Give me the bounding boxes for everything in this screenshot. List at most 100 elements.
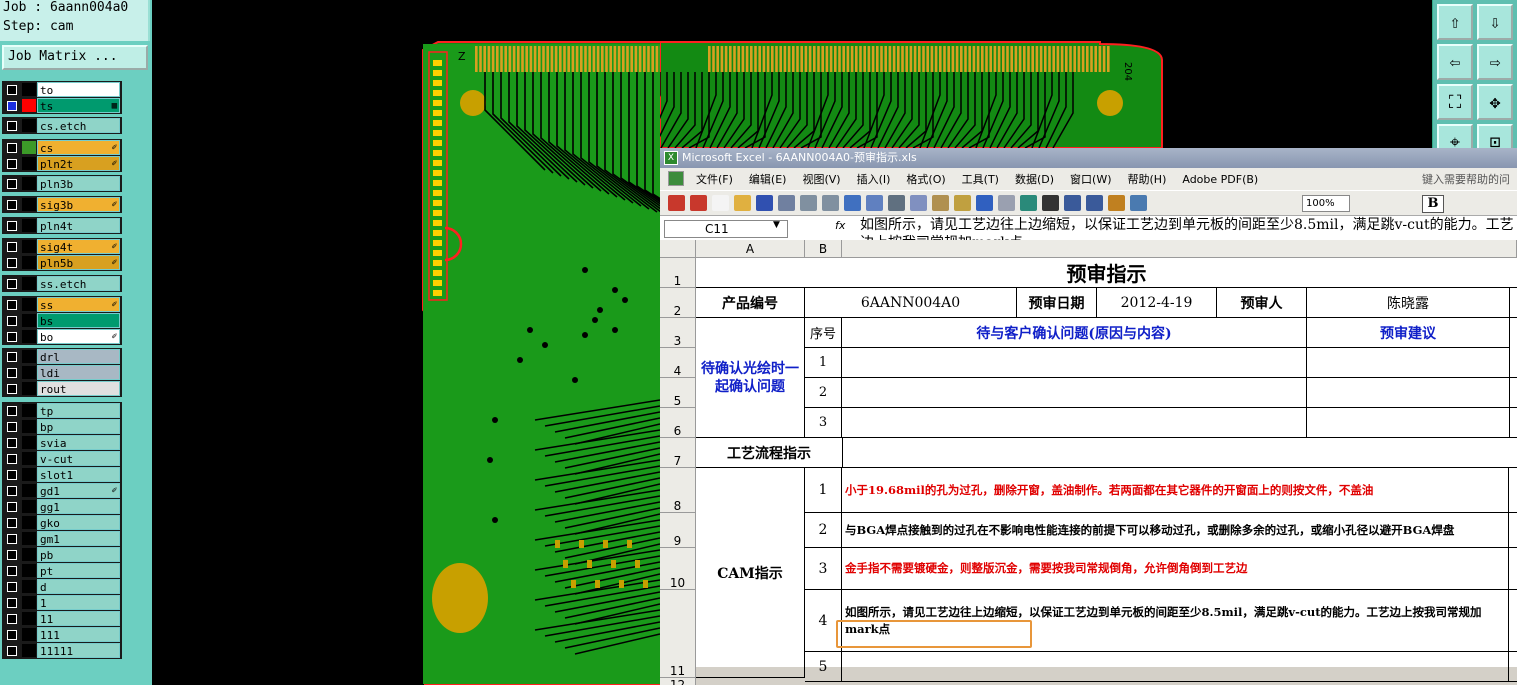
confirm-row-number[interactable]: 1: [805, 348, 842, 378]
layer-name[interactable]: gg1: [37, 499, 120, 514]
sheet-title[interactable]: 预审指示: [696, 258, 1517, 288]
layer-checkbox[interactable]: [7, 200, 17, 210]
layer-checkbox[interactable]: [7, 406, 17, 416]
layer-checkbox[interactable]: [7, 470, 17, 480]
menu-view[interactable]: 视图(V): [802, 171, 840, 187]
layer-color-swatch[interactable]: [22, 83, 36, 96]
paste-icon[interactable]: [932, 195, 949, 211]
confirm-row-issue[interactable]: [842, 408, 1307, 438]
layer-name[interactable]: tp: [37, 403, 120, 418]
sort-asc-icon[interactable]: [1064, 195, 1081, 211]
layer-checkbox[interactable]: [7, 121, 17, 131]
confirm-section-label[interactable]: 待确认光绘时一起确认问题: [696, 318, 805, 438]
layer-name[interactable]: ts ▦: [37, 98, 120, 113]
layer-row-sig4t[interactable]: sig4t ✐: [2, 239, 122, 254]
layer-color-swatch[interactable]: [22, 366, 36, 379]
menu-file[interactable]: 文件(F): [696, 171, 733, 187]
confirm-row-edge[interactable]: [1510, 378, 1517, 408]
layer-row-gm1[interactable]: gm1: [2, 531, 122, 546]
cam-item-number[interactable]: 2: [805, 513, 842, 548]
redo-icon[interactable]: [998, 195, 1015, 211]
layer-checkbox[interactable]: [7, 300, 17, 310]
confirm-row-suggest[interactable]: [1307, 378, 1510, 408]
confirm-row-suggest[interactable]: [1307, 348, 1510, 378]
layer-row-pln4t[interactable]: pln4t: [2, 218, 122, 233]
confirm-row-suggest[interactable]: [1307, 408, 1510, 438]
layer-color-swatch[interactable]: [22, 350, 36, 363]
layer-row-ts[interactable]: ts ▦: [2, 98, 122, 113]
column-header-a[interactable]: A: [696, 240, 805, 258]
cam-item-text[interactable]: [842, 652, 1509, 682]
row-header[interactable]: 7: [660, 438, 696, 468]
name-box[interactable]: C11: [664, 220, 788, 238]
bold-button[interactable]: B: [1422, 195, 1444, 213]
layer-row-v-cut[interactable]: v-cut: [2, 451, 122, 466]
layer-row-ss.etch[interactable]: ss.etch: [2, 276, 122, 291]
new-icon[interactable]: [712, 195, 729, 211]
layer-color-swatch[interactable]: [22, 219, 36, 232]
fx-icon[interactable]: fx: [835, 219, 845, 232]
layer-checkbox[interactable]: [7, 85, 17, 95]
save-icon[interactable]: [756, 195, 773, 211]
layer-row-sig3b[interactable]: sig3b ✐: [2, 197, 122, 212]
layer-name[interactable]: pt: [37, 563, 120, 578]
layer-row-gko[interactable]: gko: [2, 515, 122, 530]
layer-checkbox[interactable]: [7, 221, 17, 231]
sheet-grid[interactable]: A B 1 2 3 4 5 6 7 8 9 10 11 12 预审指示 产品编号 6AANN004A0…: [660, 240, 1517, 685]
zoom-fit-icon[interactable]: ⛶: [1437, 84, 1473, 120]
layer-row-111[interactable]: 111: [2, 627, 122, 642]
zoom-home-icon[interactable]: ✥: [1477, 84, 1513, 120]
menu-insert[interactable]: 插入(I): [857, 171, 891, 187]
cam-item-number[interactable]: 5: [805, 652, 842, 682]
seq-header[interactable]: 序号: [805, 318, 842, 348]
layer-name[interactable]: pln3b: [37, 176, 120, 191]
layer-checkbox[interactable]: [7, 550, 17, 560]
layer-row-cs[interactable]: cs ✐: [2, 140, 122, 155]
undo-icon[interactable]: [976, 195, 993, 211]
layer-checkbox[interactable]: [7, 630, 17, 640]
product-value[interactable]: 6AANN004A0: [805, 288, 1017, 318]
layer-color-swatch[interactable]: [22, 436, 36, 449]
row-header[interactable]: 1: [660, 258, 696, 288]
layer-color-swatch[interactable]: [22, 141, 36, 154]
confirm-row-edge[interactable]: [1510, 408, 1517, 438]
layer-color-swatch[interactable]: [22, 644, 36, 657]
menu-edit[interactable]: 编辑(E): [749, 171, 787, 187]
print-preview-icon[interactable]: [822, 195, 839, 211]
confirm-row-issue[interactable]: [842, 378, 1307, 408]
doc-icon[interactable]: [668, 171, 684, 186]
layer-row-rout[interactable]: rout: [2, 381, 122, 396]
layer-color-swatch[interactable]: [22, 119, 36, 132]
layer-color-swatch[interactable]: [22, 277, 36, 290]
layer-checkbox[interactable]: [7, 258, 17, 268]
menu-data[interactable]: 数据(D): [1015, 171, 1054, 187]
layer-row-pln2t[interactable]: pln2t ✐: [2, 156, 122, 171]
reviewer-label[interactable]: 预审人: [1217, 288, 1307, 318]
layer-checkbox[interactable]: [7, 332, 17, 342]
layer-checkbox[interactable]: [7, 598, 17, 608]
layer-row-ldi[interactable]: ldi: [2, 365, 122, 380]
row-header[interactable]: 4: [660, 348, 696, 378]
menu-adobe-pdf[interactable]: Adobe PDF(B): [1182, 173, 1258, 186]
layer-name[interactable]: 11: [37, 611, 120, 626]
layer-name[interactable]: cs.etch: [37, 118, 120, 133]
help-search[interactable]: 键入需要帮助的问: [1422, 171, 1510, 187]
layer-name[interactable]: 111: [37, 627, 120, 642]
layer-name[interactable]: v-cut: [37, 451, 120, 466]
open-icon[interactable]: [734, 195, 751, 211]
layer-name[interactable]: pln2t ✐: [37, 156, 120, 171]
layer-row-pb[interactable]: pb: [2, 547, 122, 562]
layer-row-gd1[interactable]: gd1 ✐: [2, 483, 122, 498]
cam-item-edge[interactable]: [1509, 548, 1517, 590]
layer-color-swatch[interactable]: [22, 382, 36, 395]
layer-row-bo[interactable]: bo ✐: [2, 329, 122, 344]
job-matrix-button[interactable]: Job Matrix ...: [2, 45, 148, 70]
spell-check-icon[interactable]: [844, 195, 861, 211]
layer-color-swatch[interactable]: [22, 516, 36, 529]
layer-row-pln5b[interactable]: pln5b ✐: [2, 255, 122, 270]
layer-checkbox[interactable]: [7, 101, 17, 111]
layer-checkbox[interactable]: [7, 384, 17, 394]
process-section-label[interactable]: 工艺流程指示: [696, 438, 842, 468]
column-header-b[interactable]: B: [805, 240, 842, 258]
reviewer-value[interactable]: 陈晓露: [1307, 288, 1510, 318]
